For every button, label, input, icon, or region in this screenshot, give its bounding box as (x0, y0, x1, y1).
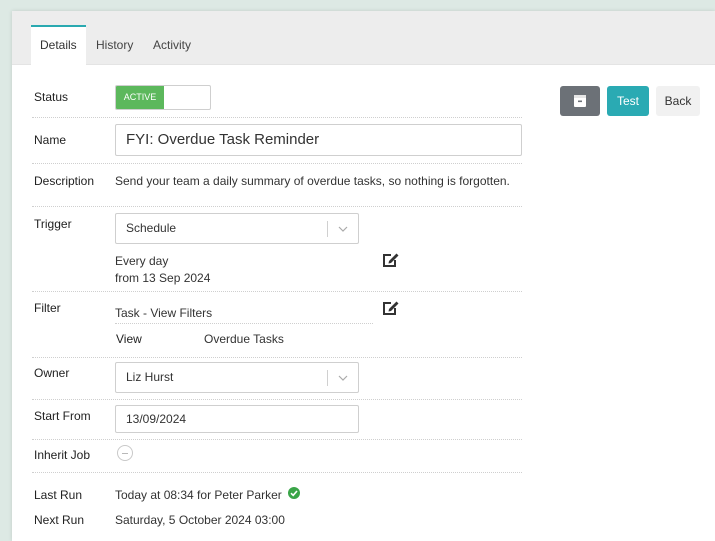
archive-box-icon (574, 95, 586, 107)
archive-button[interactable] (560, 86, 600, 116)
start-from-label: Start From (34, 409, 91, 423)
next-run-value: Saturday, 5 October 2024 03:00 (115, 513, 285, 527)
row-separator (32, 163, 522, 164)
trigger-select[interactable]: Schedule (115, 213, 359, 244)
tab-activity[interactable]: Activity (153, 27, 191, 64)
chevron-down-icon (338, 375, 348, 381)
row-separator (32, 399, 522, 400)
owner-label: Owner (34, 366, 70, 380)
tab-details[interactable]: Details (31, 25, 86, 66)
select-divider (327, 370, 328, 386)
name-label: Name (34, 133, 67, 147)
row-separator (32, 206, 522, 207)
owner-select[interactable]: Liz Hurst (115, 362, 359, 393)
row-separator (32, 472, 522, 473)
row-separator (32, 439, 522, 440)
inherit-job-label: Inherit Job (34, 448, 91, 462)
owner-select-value: Liz Hurst (126, 370, 174, 384)
name-input[interactable]: FYI: Overdue Task Reminder (115, 124, 522, 156)
start-from-input[interactable]: 13/09/2024 (115, 405, 359, 433)
chevron-down-icon (338, 226, 348, 232)
next-run-label: Next Run (34, 513, 85, 527)
tab-history[interactable]: History (96, 27, 133, 64)
select-divider (327, 221, 328, 237)
status-toggle[interactable]: ACTIVE (115, 85, 211, 110)
row-separator (32, 117, 522, 118)
filter-value: Task - View Filters (115, 306, 213, 320)
status-toggle-active: ACTIVE (116, 86, 164, 109)
filter-separator (115, 323, 373, 324)
last-run-label: Last Run (34, 488, 83, 502)
inherit-job-toggle[interactable] (117, 445, 133, 461)
row-separator (32, 357, 522, 358)
back-button[interactable]: Back (656, 86, 700, 116)
rule-editor-window: Details History Activity Status ACTIVE N… (12, 11, 715, 541)
last-run-value: Today at 08:34 for Peter Parker (115, 488, 282, 502)
trigger-label: Trigger (34, 217, 72, 231)
status-label: Status (34, 90, 69, 104)
trigger-frequency: Every day (115, 254, 169, 268)
trigger-start-date: from 13 Sep 2024 (115, 271, 211, 285)
description-text: Send your team a daily summary of overdu… (115, 174, 510, 188)
filter-label: Filter (34, 301, 61, 315)
filter-view-label: View (116, 332, 142, 346)
row-separator (32, 291, 522, 292)
filter-view-value: Overdue Tasks (204, 332, 284, 346)
description-label: Description (34, 174, 95, 188)
trigger-select-value: Schedule (126, 221, 177, 235)
tab-bar: Details History Activity (12, 11, 715, 66)
check-circle-icon (288, 487, 300, 499)
edit-trigger-icon[interactable] (380, 250, 400, 270)
test-button[interactable]: Test (607, 86, 649, 116)
edit-filter-icon[interactable] (380, 298, 400, 318)
